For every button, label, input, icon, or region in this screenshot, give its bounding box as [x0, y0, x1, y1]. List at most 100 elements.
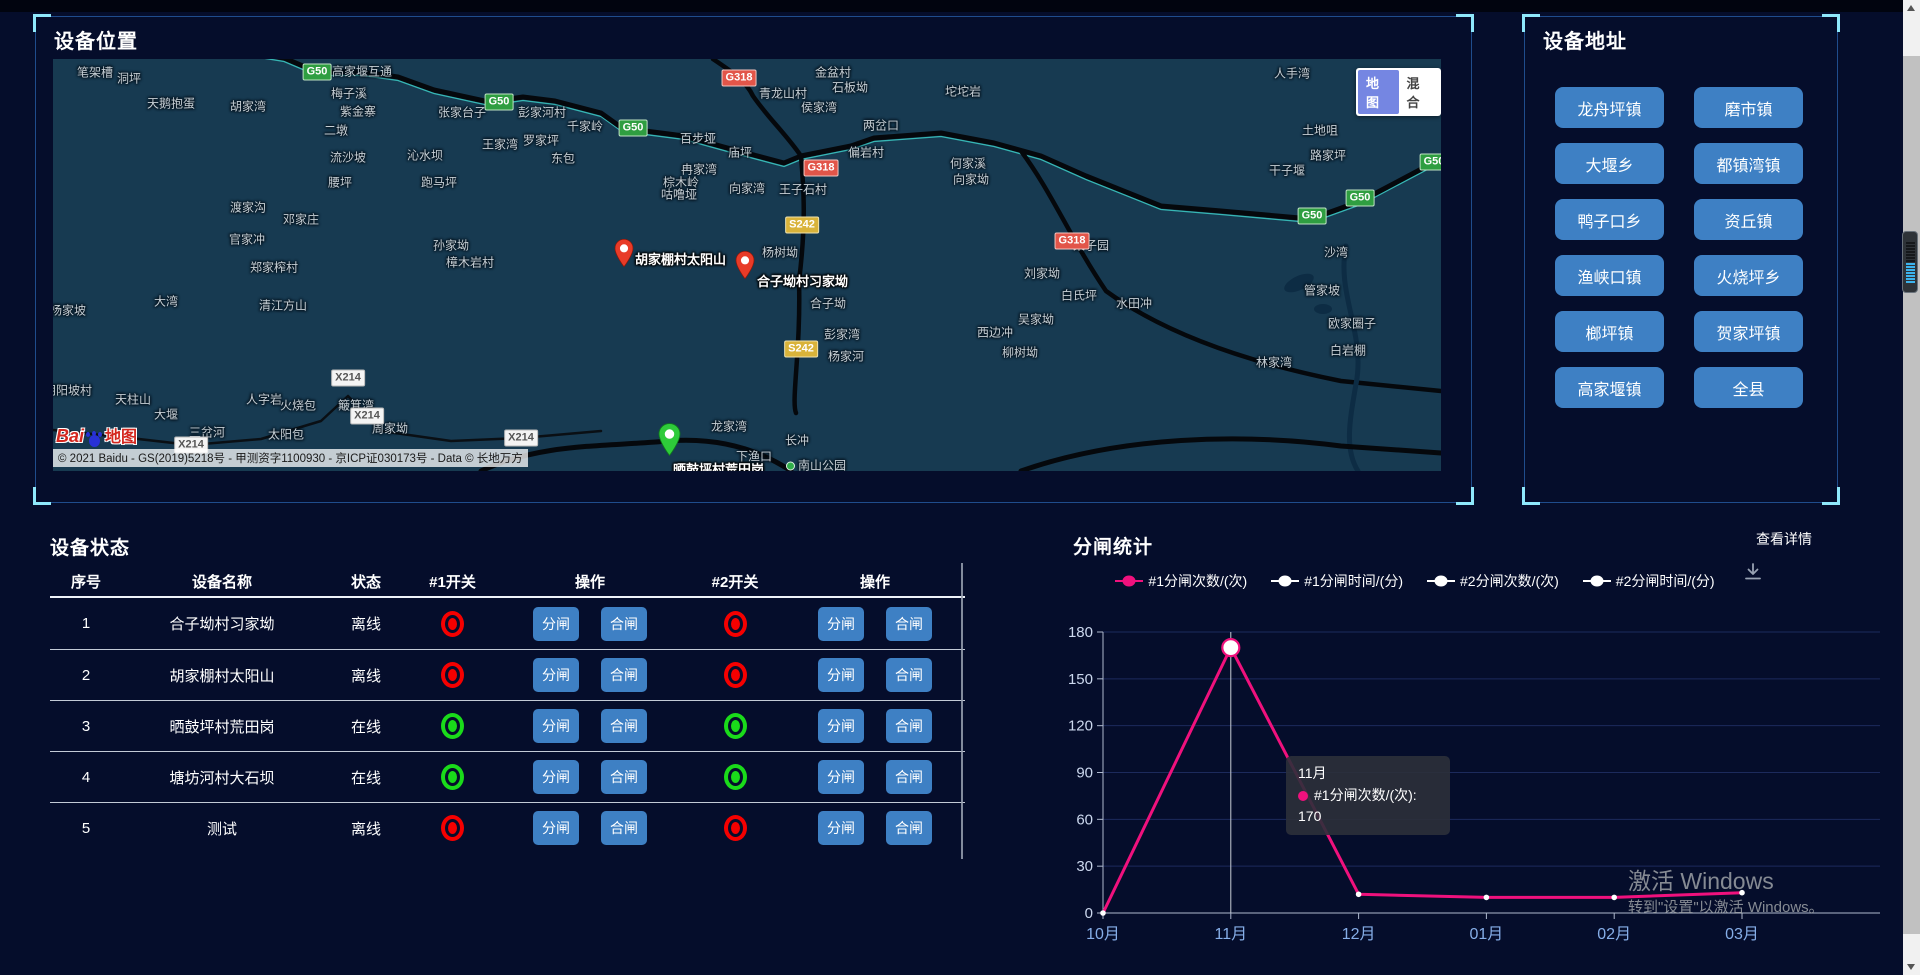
map-place-label: 石板坳	[832, 79, 868, 96]
data-point[interactable]	[1484, 895, 1490, 901]
map-place-label: 土地咀	[1302, 122, 1338, 139]
device-name: 合子坳村习家坳	[122, 613, 322, 634]
map-pin-label: 晒鼓坪村荒田岗	[673, 459, 764, 471]
table-header-cell: #1开关	[410, 571, 495, 592]
map-pin-red[interactable]	[613, 238, 635, 273]
data-point[interactable]	[1356, 891, 1362, 897]
map-place-label: 洞坪	[117, 70, 141, 87]
map-type-map-button[interactable]: 地图	[1358, 70, 1399, 114]
scrollbar-up-arrow[interactable]	[1907, 5, 1915, 11]
operations-cell: 分闸合闸	[785, 811, 965, 845]
close-switch-button[interactable]: 合闸	[601, 811, 647, 845]
device-status-text: 离线	[322, 613, 410, 634]
status-indicator-green	[441, 713, 464, 739]
x-tick-label: 01月	[1469, 926, 1503, 943]
legend-item[interactable]: #2分闸时间/(分)	[1583, 571, 1715, 591]
open-switch-button[interactable]: 分闸	[818, 607, 864, 641]
close-switch-button[interactable]: 合闸	[886, 811, 932, 845]
address-button[interactable]: 资丘镇	[1694, 199, 1803, 240]
open-switch-button[interactable]: 分闸	[818, 811, 864, 845]
map-place-label: 人字岩	[246, 391, 282, 408]
legend-item[interactable]: #1分闸次数/(次)	[1115, 571, 1247, 591]
map-place-label: 合子坳	[810, 295, 846, 312]
road-badge: X214	[331, 370, 365, 387]
road-badge: S242	[785, 217, 819, 234]
open-switch-button[interactable]: 分闸	[533, 709, 579, 743]
map-place-label: 邓家庄	[283, 211, 319, 228]
map-place-label: 百步垭	[680, 130, 716, 147]
address-button[interactable]: 都镇湾镇	[1694, 143, 1803, 184]
map-place-label: 向家坳	[953, 171, 989, 188]
map-place-label: 清江方山	[259, 297, 307, 314]
close-switch-button[interactable]: 合闸	[601, 658, 647, 692]
x-tick-label: 02月	[1597, 926, 1631, 943]
status-indicator-red	[441, 815, 464, 841]
map-place-label: 坨坨岩	[945, 83, 981, 100]
legend-item[interactable]: #2分闸次数/(次)	[1427, 571, 1559, 591]
park-icon	[786, 462, 795, 471]
section-divider	[961, 563, 963, 859]
map-place-label: 管家坡	[1304, 282, 1340, 299]
x-tick-label: 03月	[1725, 926, 1759, 943]
status-indicator-core	[731, 771, 740, 783]
data-point[interactable]	[1611, 895, 1617, 901]
data-point[interactable]	[1100, 910, 1106, 916]
map-place-label: 王子石村	[779, 181, 827, 198]
widget-stripe	[1906, 251, 1915, 253]
open-switch-button[interactable]: 分闸	[533, 607, 579, 641]
map-place-label: 南山公园	[786, 457, 846, 472]
close-switch-button[interactable]: 合闸	[601, 709, 647, 743]
address-button[interactable]: 贺家坪镇	[1694, 311, 1803, 352]
status-indicator-core	[448, 822, 457, 834]
open-switch-button[interactable]: 分闸	[818, 709, 864, 743]
corner-accent	[1522, 487, 1540, 505]
close-switch-button[interactable]: 合闸	[601, 607, 647, 641]
close-switch-button[interactable]: 合闸	[886, 658, 932, 692]
table-row: 2胡家棚村太阳山离线分闸合闸分闸合闸	[50, 649, 965, 700]
address-button[interactable]: 高家堰镇	[1555, 367, 1664, 408]
map-place-label: 梅子溪	[331, 85, 367, 102]
map-type-hybrid-button[interactable]: 混合	[1399, 70, 1440, 114]
highlighted-data-point[interactable]	[1222, 639, 1239, 656]
map-place-label: 张家台子	[438, 104, 486, 121]
address-button[interactable]: 榔坪镇	[1555, 311, 1664, 352]
close-switch-button[interactable]: 合闸	[886, 607, 932, 641]
view-details-link[interactable]: 查看详情	[1738, 529, 1812, 549]
legend-marker-icon	[1271, 575, 1299, 587]
close-switch-button[interactable]: 合闸	[886, 760, 932, 794]
status-indicator-green	[441, 764, 464, 790]
scrollbar-down-arrow[interactable]	[1907, 964, 1915, 970]
open-switch-button[interactable]: 分闸	[533, 658, 579, 692]
map-pin-red[interactable]	[734, 250, 756, 285]
pin-icon	[613, 238, 635, 268]
scrollbar-thumb[interactable]	[1903, 56, 1920, 934]
map-pin-green[interactable]	[656, 422, 683, 462]
map-place-label: 渡家沟	[230, 199, 266, 216]
open-switch-button[interactable]: 分闸	[818, 760, 864, 794]
legend-item[interactable]: #1分闸时间/(分)	[1271, 571, 1403, 591]
device-address-title: 设备地址	[1543, 25, 1627, 54]
open-switch-button[interactable]: 分闸	[818, 658, 864, 692]
map-place-label: 杨家坡	[53, 302, 86, 319]
device-name: 测试	[122, 818, 322, 839]
switch-cell	[685, 662, 785, 688]
map-place-label: 官家冲	[229, 231, 265, 248]
open-switch-button[interactable]: 分闸	[533, 760, 579, 794]
address-button[interactable]: 鸭子口乡	[1555, 199, 1664, 240]
address-button[interactable]: 大堰乡	[1555, 143, 1664, 184]
address-button[interactable]: 磨市镇	[1694, 87, 1803, 128]
map-place-label: 千家岭	[567, 118, 603, 135]
windows-watermark-line1: 激活 Windows	[1628, 862, 1774, 896]
address-button[interactable]: 龙舟坪镇	[1555, 87, 1664, 128]
legend-marker-icon	[1583, 575, 1611, 587]
close-switch-button[interactable]: 合闸	[601, 760, 647, 794]
baidu-map[interactable]: 笔架槽洞坪天鹅抱蛋胡家湾高家堰互通梅子溪紫金寨二墩流沙坡沁水坝腰坪跑马坪渡家沟邓…	[53, 59, 1441, 471]
address-button[interactable]: 渔峡口镇	[1555, 255, 1664, 296]
address-button[interactable]: 全县	[1694, 367, 1803, 408]
close-switch-button[interactable]: 合闸	[886, 709, 932, 743]
open-switch-button[interactable]: 分闸	[533, 811, 579, 845]
status-indicator-core	[448, 720, 457, 732]
map-place-label: 路家坪	[1310, 147, 1346, 164]
address-button[interactable]: 火烧坪乡	[1694, 255, 1803, 296]
row-number: 3	[50, 718, 122, 735]
